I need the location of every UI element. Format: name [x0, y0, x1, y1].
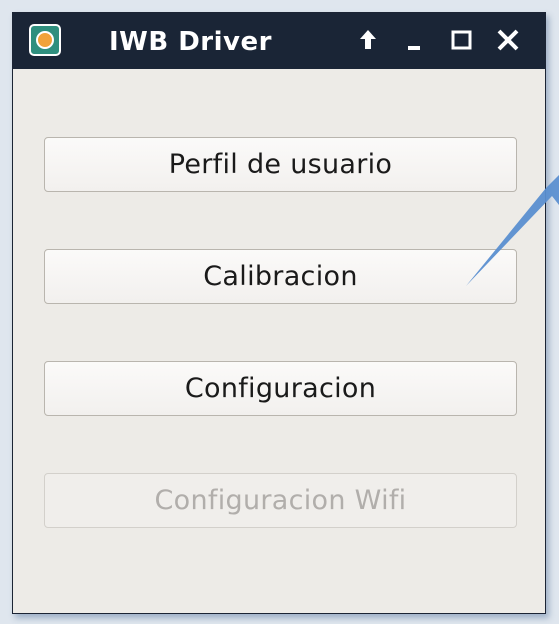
annotation-arrow [466, 175, 559, 286]
